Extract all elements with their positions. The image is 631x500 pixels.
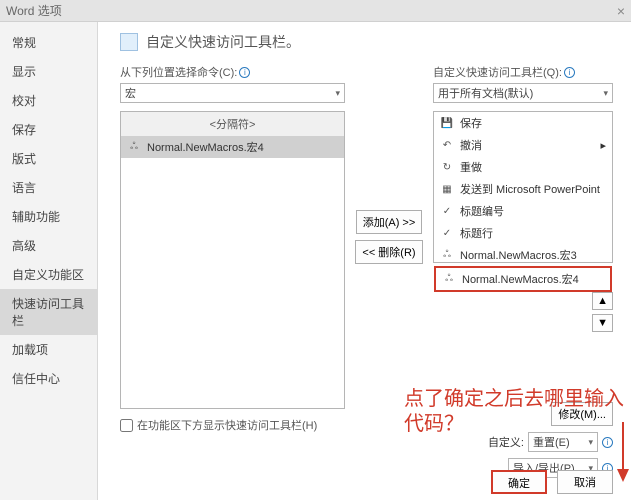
sidebar-item-8[interactable]: 自定义功能区: [0, 260, 97, 289]
target-label: 自定义快速访问工具栏(Q): i: [433, 64, 613, 80]
toolbar-icon: [120, 33, 138, 51]
titlebar: Word 选项 ×: [0, 0, 631, 22]
add-button[interactable]: 添加(A) >>: [356, 210, 423, 234]
list-item[interactable]: ஃ Normal.NewMacros.宏4: [121, 136, 344, 158]
target-dropdown[interactable]: 用于所有文档(默认): [433, 83, 613, 103]
chevron-right-icon: ▸: [600, 139, 606, 152]
macro-icon: ஃ: [440, 249, 454, 261]
sidebar-item-4[interactable]: 版式: [0, 144, 97, 173]
annotation-text: 点了确定之后去哪里输入 代码？: [404, 387, 624, 437]
move-down-button[interactable]: ▼: [592, 314, 613, 332]
macro-icon: ஃ: [442, 273, 456, 285]
window-title: Word 选项: [6, 2, 62, 19]
choose-from-dropdown[interactable]: 宏: [120, 83, 345, 103]
separator-row[interactable]: <分隔符>: [121, 112, 344, 136]
save-icon: 💾: [440, 117, 454, 129]
sidebar-item-7[interactable]: 高级: [0, 231, 97, 260]
sidebar-item-10[interactable]: 加载项: [0, 335, 97, 364]
remove-button[interactable]: << 删除(R): [355, 240, 422, 264]
undo-icon: ↶: [440, 139, 454, 151]
list-item-label: Normal.NewMacros.宏3: [460, 247, 577, 263]
sidebar-item-9[interactable]: 快速访问工具栏: [0, 289, 97, 335]
info-icon[interactable]: i: [602, 437, 613, 448]
sidebar-item-5[interactable]: 语言: [0, 173, 97, 202]
sidebar-item-0[interactable]: 常规: [0, 28, 97, 57]
info-icon[interactable]: i: [564, 67, 575, 78]
move-up-button[interactable]: ▲: [592, 292, 613, 310]
list-item[interactable]: ✓ 标题行: [434, 222, 612, 244]
list-item[interactable]: 💾 保存: [434, 112, 612, 134]
list-item-label: 重做: [460, 159, 482, 175]
list-item-label: Normal.NewMacros.宏4: [462, 271, 579, 287]
checkbox-input[interactable]: [120, 419, 133, 432]
commands-listbox[interactable]: <分隔符> ஃ Normal.NewMacros.宏4: [120, 111, 345, 409]
list-item-label: 标题编号: [460, 203, 504, 219]
sidebar-item-1[interactable]: 显示: [0, 57, 97, 86]
heading-icon: ✓: [440, 205, 454, 217]
list-item-label: 标题行: [460, 225, 493, 241]
list-item[interactable]: ✓ 标题编号: [434, 200, 612, 222]
redo-icon: ↻: [440, 161, 454, 173]
info-icon[interactable]: i: [239, 67, 250, 78]
toolbar-listbox[interactable]: 💾 保存 ↶ 撤消 ▸ ↻ 重做 ▦ 发送到 Microsoft PowerPoint ✓ 标题编号…: [433, 111, 613, 263]
sidebar-item-11[interactable]: 信任中心: [0, 364, 97, 393]
sidebar-item-6[interactable]: 辅助功能: [0, 202, 97, 231]
title-icon: ✓: [440, 227, 454, 239]
list-item[interactable]: ▦ 发送到 Microsoft PowerPoint: [434, 178, 612, 200]
list-item-label: 保存: [460, 115, 482, 131]
page-heading: 自定义快速访问工具栏。: [120, 32, 613, 52]
list-item-label: 发送到 Microsoft PowerPoint: [460, 181, 600, 197]
sidebar: 常规显示校对保存版式语言辅助功能高级自定义功能区快速访问工具栏加载项信任中心: [0, 22, 98, 500]
choose-from-label: 从下列位置选择命令(C): i: [120, 64, 345, 80]
list-item[interactable]: ஃ Normal.NewMacros.宏4: [434, 266, 612, 292]
sidebar-item-3[interactable]: 保存: [0, 115, 97, 144]
ok-button[interactable]: 确定: [491, 470, 547, 494]
close-icon[interactable]: ×: [617, 3, 625, 19]
list-item[interactable]: ↻ 重做: [434, 156, 612, 178]
list-item-label: Normal.NewMacros.宏4: [147, 139, 264, 155]
ppt-icon: ▦: [440, 183, 454, 195]
sidebar-item-2[interactable]: 校对: [0, 86, 97, 115]
list-item[interactable]: ஃ Normal.NewMacros.宏3: [434, 244, 612, 266]
macro-icon: ஃ: [127, 141, 141, 153]
cancel-button[interactable]: 取消: [557, 470, 613, 494]
list-item[interactable]: ↶ 撤消 ▸: [434, 134, 612, 156]
list-item-label: 撤消: [460, 137, 482, 153]
heading-text: 自定义快速访问工具栏。: [146, 32, 300, 52]
